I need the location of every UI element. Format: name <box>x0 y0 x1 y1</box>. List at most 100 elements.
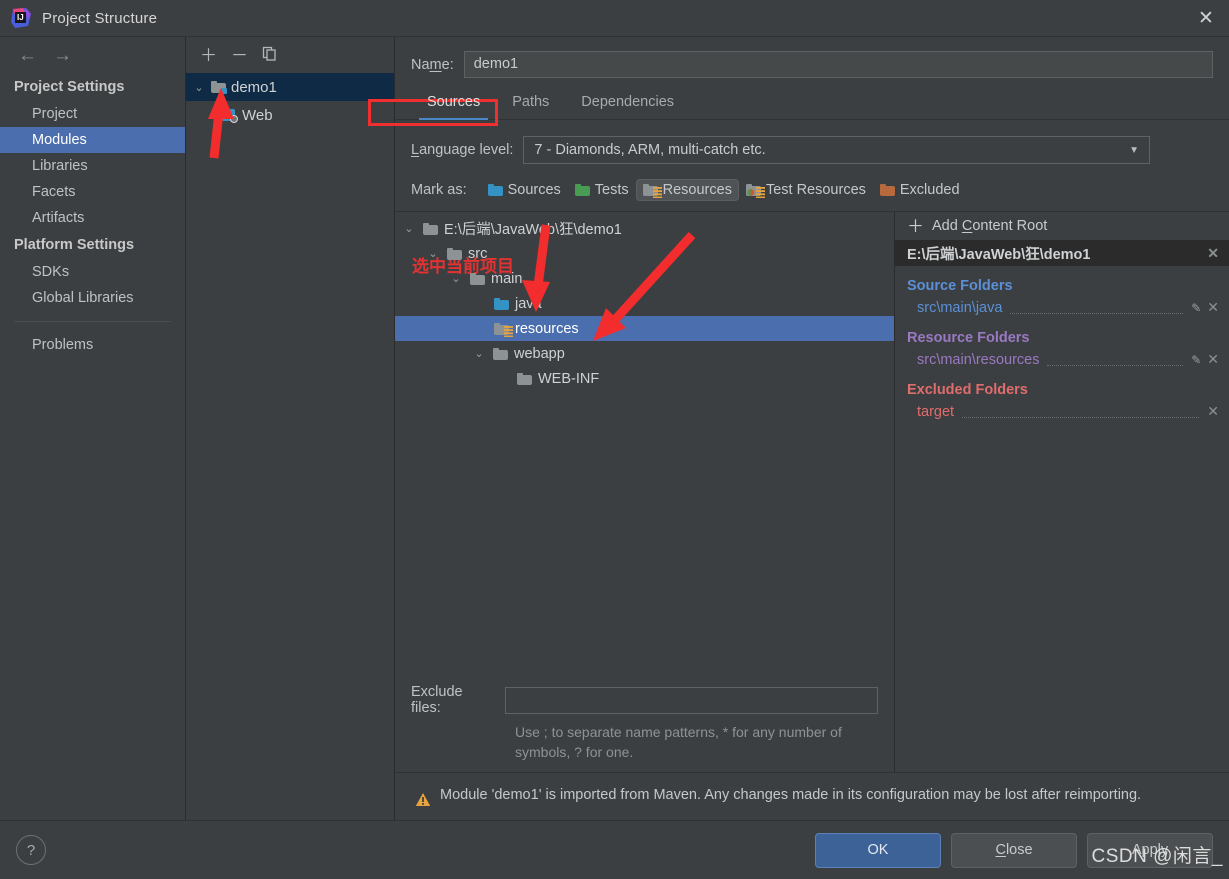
folder-resources-icon <box>494 322 513 337</box>
tree-row-resources[interactable]: resources <box>395 316 894 341</box>
tree-label: webapp <box>514 345 565 362</box>
close-icon[interactable]: ✕ <box>1207 245 1219 262</box>
tree-label: java <box>515 295 542 312</box>
language-level-select[interactable]: 7 - Diamonds, ARM, multi-catch etc. ▼ <box>523 136 1150 164</box>
warning-triangle-icon <box>415 792 431 810</box>
close-icon[interactable]: ✕ <box>1207 403 1219 420</box>
mark-as-label: Mark as: <box>411 182 467 198</box>
project-structure-dialog: IJ Project Structure ✕ ← → Project Setti… <box>0 0 1229 879</box>
module-tree-item-demo1[interactable]: ⌄ demo1 <box>186 73 394 101</box>
folder-orange-icon <box>879 184 895 196</box>
sidebar-item-libraries[interactable]: Libraries <box>0 153 185 179</box>
tree-row-java[interactable]: java <box>395 291 894 316</box>
pencil-icon[interactable]: ✎ <box>1191 353 1201 367</box>
modules-toolbar: ＋ － <box>186 37 394 73</box>
resource-folders-section: Resource Folders src\main\resources ✎ ✕ <box>895 330 1229 370</box>
folder-resources-icon <box>642 184 662 198</box>
mark-as-tests-button[interactable]: Tests <box>568 179 636 201</box>
intellij-idea-logo-icon: IJ <box>10 7 32 29</box>
exclude-files-section: Exclude files: Use ; to separate name pa… <box>395 684 894 772</box>
folder-test-resources-icon <box>745 184 765 198</box>
source-folder-row[interactable]: src\main\java ✎ ✕ <box>907 297 1219 318</box>
sidebar-group-platform-settings: Platform Settings <box>14 237 135 253</box>
module-name-row: Name: demo1 <box>395 37 1229 78</box>
plus-icon[interactable]: ＋ <box>200 47 217 64</box>
dotted-filler <box>962 405 1200 418</box>
help-icon[interactable]: ? <box>16 835 46 865</box>
module-label: demo1 <box>231 78 277 96</box>
exclude-files-input[interactable] <box>504 686 878 714</box>
tree-row-webapp[interactable]: ⌄ webapp <box>395 341 894 366</box>
sidebar-item-facets[interactable]: Facets <box>0 179 185 205</box>
settings-sidebar: ← → Project Settings Project Modules Lib… <box>0 37 186 820</box>
pencil-icon[interactable]: ✎ <box>1191 301 1201 315</box>
plus-icon: ＋ <box>907 216 924 236</box>
dotted-filler <box>1047 353 1184 366</box>
tab-sources[interactable]: Sources <box>411 88 496 120</box>
source-folder-path: src\main\java <box>917 299 1003 316</box>
excluded-folder-row[interactable]: target ✕ <box>907 401 1219 422</box>
folder-blue-icon <box>487 184 503 196</box>
folder-green-icon <box>574 184 590 196</box>
arrow-right-icon[interactable]: → <box>53 46 72 65</box>
close-icon[interactable]: ✕ <box>1207 351 1219 368</box>
maven-warning-text: Module 'demo1' is imported from Maven. A… <box>440 787 1142 803</box>
resource-folder-row[interactable]: src\main\resources ✎ ✕ <box>907 349 1219 370</box>
content-root-header: E:\后端\JavaWeb\狂\demo1 ✕ <box>895 240 1229 266</box>
dotted-filler <box>1010 301 1184 314</box>
mark-as-tests-label: Tests <box>594 182 629 198</box>
sidebar-item-problems[interactable]: Problems <box>0 332 185 358</box>
sidebar-item-project[interactable]: Project <box>0 101 185 127</box>
tree-row-web-inf[interactable]: WEB-INF <box>395 366 894 391</box>
tab-paths[interactable]: Paths <box>496 88 565 119</box>
tab-dependencies[interactable]: Dependencies <box>565 88 690 119</box>
module-editor: Name: demo1 Sources Paths Dependencies L… <box>395 37 1229 820</box>
mark-as-excluded-button[interactable]: Excluded <box>873 179 967 201</box>
resource-folder-path: src\main\resources <box>917 351 1040 368</box>
chevron-down-icon[interactable]: ⌄ <box>471 347 487 360</box>
add-content-root-label: Add Content Root <box>932 218 1048 234</box>
mark-as-test-resources-button[interactable]: Test Resources <box>739 179 873 201</box>
module-tree-item-web[interactable]: Web <box>186 101 394 129</box>
arrow-left-icon[interactable]: ← <box>18 46 37 65</box>
sidebar-item-artifacts[interactable]: Artifacts <box>0 205 185 231</box>
sidebar-item-sdks[interactable]: SDKs <box>0 259 185 285</box>
source-file-tree: ⌄ E:\后端\JavaWeb\狂\demo1 ⌄ src ⌄ main jav… <box>395 212 894 684</box>
close-button[interactable]: Close <box>951 832 1077 868</box>
chevron-down-icon[interactable]: ⌄ <box>401 222 417 235</box>
mark-as-excluded-label: Excluded <box>899 182 960 198</box>
mark-as-sources-label: Sources <box>507 182 561 198</box>
annotation-note-text: 选中当前项目 <box>412 257 514 276</box>
sidebar-divider <box>14 321 171 322</box>
module-tabs: Sources Paths Dependencies <box>395 78 1229 120</box>
module-name-input[interactable]: demo1 <box>463 51 1213 78</box>
ok-button[interactable]: OK <box>815 832 941 868</box>
tree-row-content-root[interactable]: ⌄ E:\后端\JavaWeb\狂\demo1 <box>395 216 894 241</box>
sources-split-pane: ⌄ E:\后端\JavaWeb\狂\demo1 ⌄ src ⌄ main jav… <box>395 211 1229 772</box>
chevron-down-icon: ▼ <box>1129 144 1139 156</box>
sidebar-item-global-libraries[interactable]: Global Libraries <box>0 285 185 311</box>
modules-panel: ＋ － ⌄ demo1 Web 选中当前项目 <box>186 37 514 820</box>
copy-icon[interactable] <box>262 46 277 64</box>
resource-folders-title: Resource Folders <box>907 330 1030 346</box>
chevron-down-icon[interactable]: ⌄ <box>192 81 206 94</box>
nav-arrows: ← → <box>0 37 185 73</box>
tree-label: E:\后端\JavaWeb\狂\demo1 <box>444 222 622 238</box>
minus-icon[interactable]: － <box>231 47 248 64</box>
exclude-files-label: Exclude files: <box>411 684 463 716</box>
tree-label: WEB-INF <box>538 370 600 387</box>
close-icon[interactable]: ✕ <box>1207 299 1219 316</box>
mark-as-sources-button[interactable]: Sources <box>481 179 568 201</box>
content-roots-panel: ＋ Add Content Root E:\后端\JavaWeb\狂\demo1… <box>895 212 1229 772</box>
module-folder-icon <box>211 81 227 94</box>
add-content-root-button[interactable]: ＋ Add Content Root <box>895 212 1229 240</box>
sidebar-item-modules[interactable]: Modules <box>0 127 185 153</box>
title-bar: IJ Project Structure ✕ <box>0 0 1229 36</box>
sidebar-group-project-settings: Project Settings <box>14 79 125 95</box>
mark-as-resources-button[interactable]: Resources <box>635 179 739 201</box>
exclude-files-row: Exclude files: <box>411 684 878 716</box>
folder-gray-icon <box>470 272 485 285</box>
mark-as-test-resources-label: Test Resources <box>765 182 866 198</box>
close-icon[interactable]: ✕ <box>1183 0 1229 36</box>
source-folders-title: Source Folders <box>907 278 1013 294</box>
